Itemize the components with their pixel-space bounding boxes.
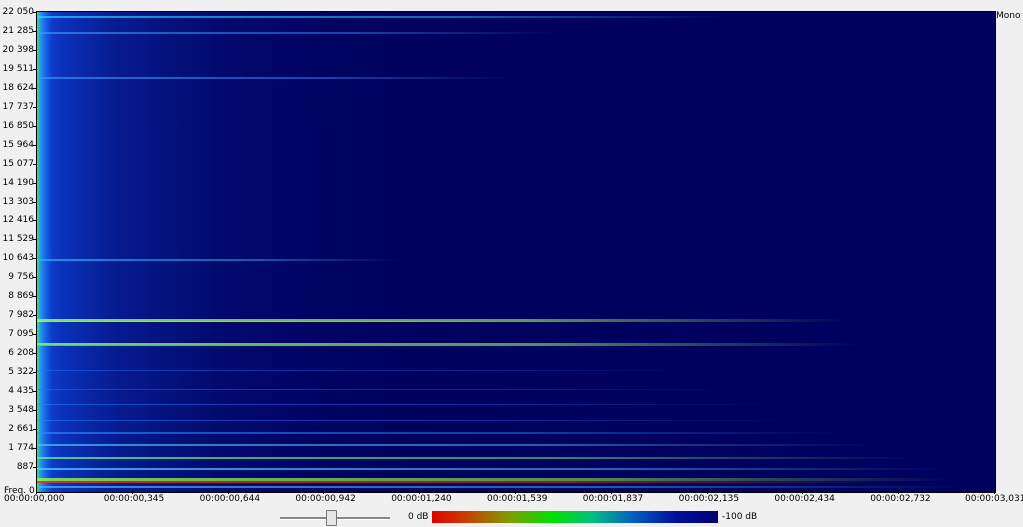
frequency-tick-label: 7 982: [8, 310, 34, 321]
harmonic-band: [37, 486, 967, 488]
time-tick: [419, 490, 421, 494]
frequency-tick-label: 13 303: [2, 196, 35, 207]
frequency-tick-label: 8 869: [8, 291, 34, 302]
harmonic-band: [37, 16, 727, 18]
frequency-tick-label: 19 511: [2, 63, 35, 74]
frequency-tick-label: 15 077: [2, 158, 35, 169]
harmonic-band: [37, 404, 785, 405]
frequency-tick-label: 18 624: [2, 82, 35, 93]
time-tick: [706, 490, 708, 494]
harmonic-band: [37, 77, 516, 79]
time-tick-label: 00:00:01,837: [582, 494, 644, 504]
frequency-tick-label: 21 285: [2, 25, 35, 36]
color-scale-legend: [432, 511, 718, 523]
frequency-tick-label: 16 850: [2, 120, 35, 131]
frequency-tick-label: 11 529: [2, 234, 35, 245]
harmonic-band: [37, 389, 756, 390]
time-tick: [227, 490, 229, 494]
time-tick-label: 00:00:00,345: [103, 494, 165, 504]
frequency-tick-label: 9 756: [8, 272, 34, 283]
time-tick: [323, 490, 325, 494]
harmonic-band: [37, 468, 948, 470]
time-tick: [131, 490, 133, 494]
time-tick: [36, 490, 37, 494]
bottom-bar: 0 dB -100 dB: [0, 507, 1023, 527]
harmonic-band: [37, 370, 708, 371]
spectrogram-plot[interactable]: [36, 11, 996, 493]
time-tick-label: 00:00:02,732: [870, 494, 931, 504]
harmonic-band: [37, 420, 804, 421]
harmonic-band: [37, 32, 564, 34]
frequency-tick-label: 15 964: [2, 139, 35, 150]
frequency-tick-label: 2 661: [8, 423, 34, 434]
harmonic-band: [37, 444, 881, 446]
zoom-slider-thumb[interactable]: [326, 510, 337, 526]
frequency-tick-label: 12 416: [2, 215, 35, 226]
channel-label: Mono: [996, 11, 1021, 21]
time-tick-label: 00:00:03,031: [965, 494, 1023, 504]
time-tick: [802, 490, 804, 494]
time-tick: [994, 490, 995, 494]
time-axis: 00:00:00,000 00:00:00,345 00:00:00,644 00:0…: [0, 490, 1023, 508]
frequency-tick-label: 14 190: [2, 177, 35, 188]
time-tick-label: 00:00:02,434: [774, 494, 835, 504]
frequency-tick-label: 887: [16, 461, 34, 472]
time-tick-label: 00:00:01,240: [391, 494, 452, 504]
harmonic-band: [37, 481, 900, 483]
time-tick: [610, 490, 612, 494]
frequency-tick-label: 22 050: [2, 7, 35, 17]
harmonic-band: [37, 345, 421, 346]
legend-low-label: 0 dB: [408, 512, 429, 522]
time-tick-label: 00:00:02,135: [678, 494, 740, 504]
harmonic-band: [37, 478, 957, 481]
frequency-tick-label: 20 398: [2, 44, 35, 55]
time-tick-label: 00:00:00,644: [199, 494, 261, 504]
time-tick: [515, 490, 516, 494]
harmonic-band: [37, 259, 402, 261]
harmonic-band: [37, 321, 612, 322]
frequency-tick-label: 3 548: [8, 404, 34, 415]
frequency-axis: 22 050 21 285 20 398 19 511 18 624 17 737 16 8…: [0, 0, 36, 495]
frequency-tick-label: 6 208: [8, 348, 34, 359]
spectrogram-canvas: [37, 12, 995, 492]
frequency-tick-label: 1 774: [8, 442, 34, 453]
time-tick: [898, 490, 900, 494]
time-tick-label: 00:00:00,942: [295, 494, 356, 504]
time-tick-label: 00:00:00,000: [4, 494, 65, 504]
frequency-tick-label: 4 435: [8, 386, 34, 396]
frequency-tick-label: 5 322: [8, 367, 34, 378]
frequency-tick-label: 7 095: [8, 329, 34, 340]
harmonic-band: [37, 432, 852, 434]
legend-high-label: -100 dB: [722, 512, 758, 522]
time-tick-label: 00:00:01,539: [487, 494, 548, 504]
frequency-tick-label: 10 643: [2, 253, 35, 264]
frequency-tick-label: 17 737: [2, 101, 35, 112]
harmonic-band: [37, 457, 919, 459]
